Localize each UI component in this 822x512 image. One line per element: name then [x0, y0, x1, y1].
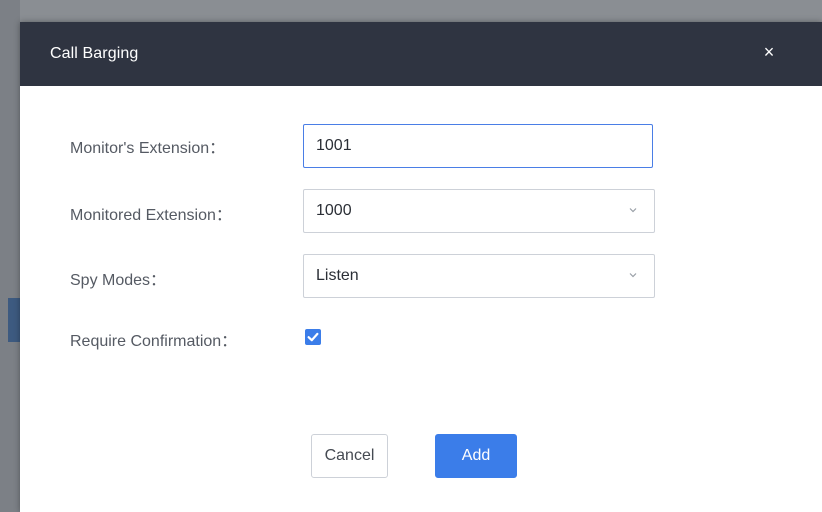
background-page-left [0, 0, 20, 512]
spy-modes-value: Listen [316, 267, 359, 284]
monitored-extension-value: 1000 [316, 202, 352, 219]
require-confirmation-checkbox[interactable] [305, 329, 321, 345]
dialog-header: Call Barging × [20, 22, 822, 86]
background-page [0, 0, 822, 22]
spy-modes-label: Spy Modes： [70, 272, 167, 289]
require-confirmation-label: Require Confirmation： [70, 333, 238, 350]
checkmark-icon [307, 332, 319, 342]
monitor-extension-input[interactable] [303, 124, 653, 168]
cancel-button[interactable]: Cancel [311, 434, 388, 478]
chevron-down-icon [629, 273, 637, 278]
monitor-extension-label: Monitor's Extension： [70, 140, 226, 157]
close-icon[interactable]: × [758, 40, 780, 64]
chevron-down-icon [629, 208, 637, 213]
monitored-extension-label: Monitored Extension： [70, 207, 232, 224]
spy-modes-select[interactable]: Listen [303, 254, 655, 298]
call-barging-dialog: Call Barging × Monitor's Extension： Moni… [20, 22, 822, 512]
monitored-extension-select[interactable]: 1000 [303, 189, 655, 233]
add-button[interactable]: Add [435, 434, 517, 478]
background-accent [8, 298, 20, 342]
dialog-title: Call Barging [50, 45, 139, 62]
